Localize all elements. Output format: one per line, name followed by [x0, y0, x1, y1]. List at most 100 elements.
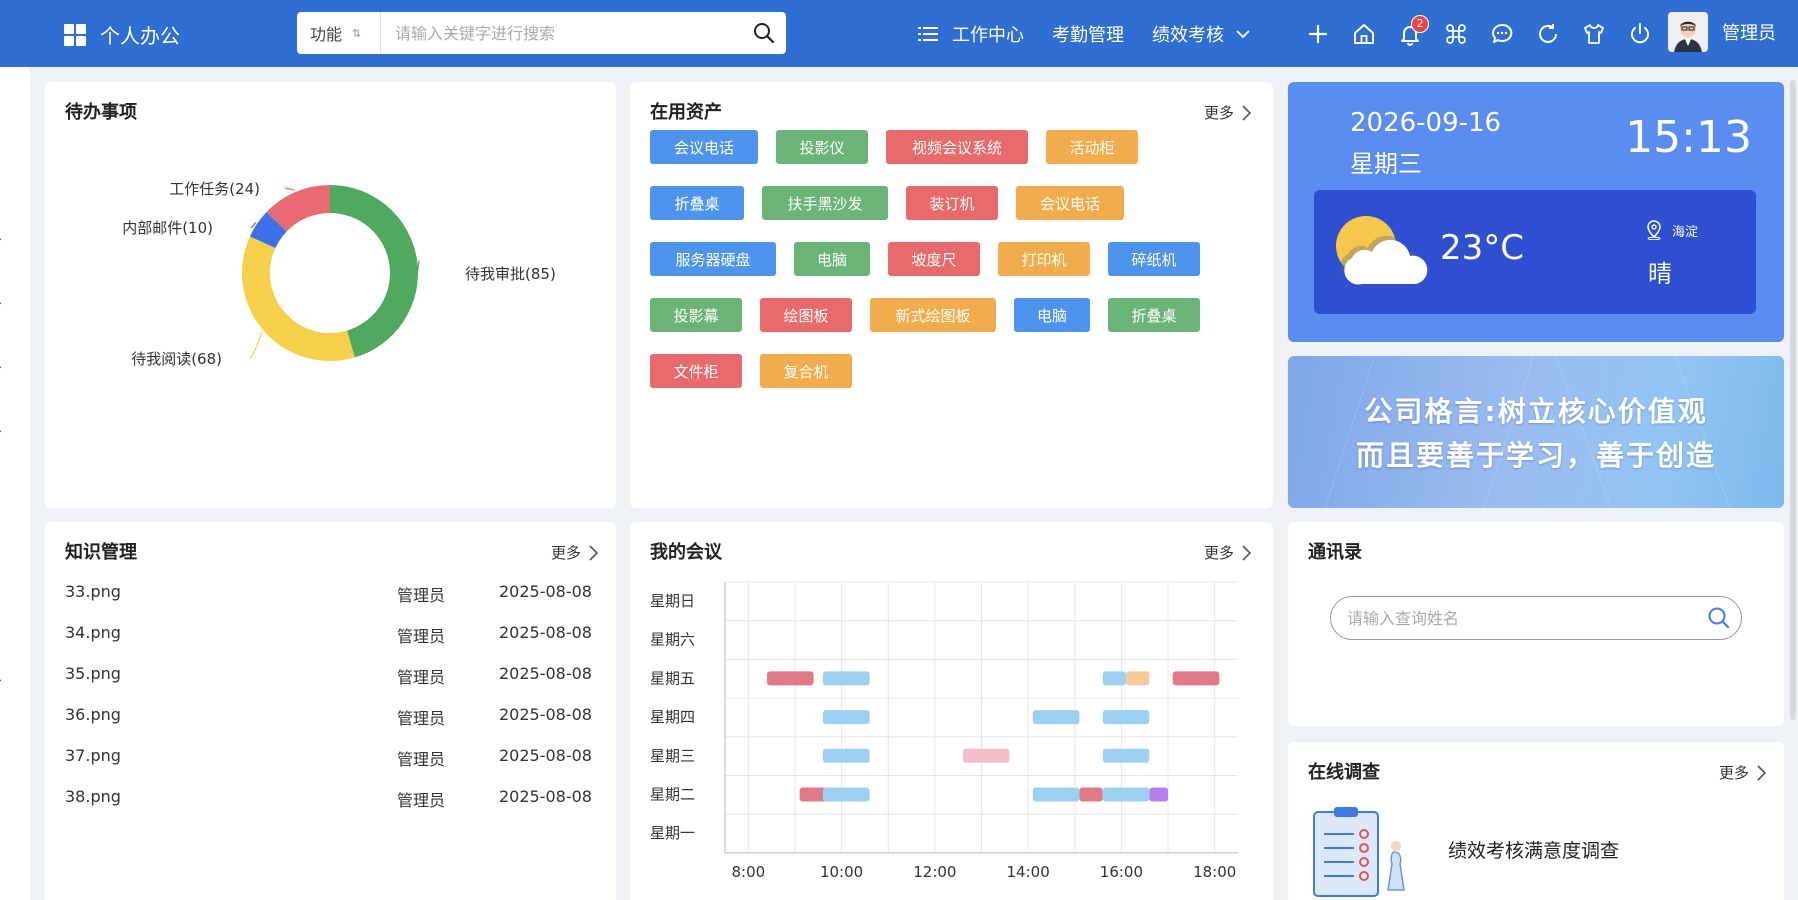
- meeting-bar[interactable]: [766, 671, 814, 686]
- asset-tag[interactable]: 投影仪: [776, 130, 868, 164]
- chevron-right-icon[interactable]: ›: [0, 232, 2, 246]
- app-title: 个人办公: [100, 24, 180, 48]
- theme-shirt-icon[interactable]: [1571, 11, 1617, 57]
- asset-tag[interactable]: 新式绘图板: [870, 298, 996, 332]
- global-search: 功能 ⇅: [297, 12, 786, 54]
- meeting-bar[interactable]: [822, 748, 870, 763]
- meeting-bar[interactable]: [1126, 671, 1150, 686]
- donut-label-leader: [250, 222, 257, 229]
- asset-tag[interactable]: 活动柜: [1046, 130, 1138, 164]
- donut-label-leader: [284, 187, 295, 191]
- meeting-bar[interactable]: [1079, 787, 1103, 802]
- meeting-bar[interactable]: [1102, 787, 1150, 802]
- todo-card: 待办事项 待我审批(85) 待我阅读(68) 内部邮件(10) 工作任务(24): [45, 82, 616, 508]
- asset-tag[interactable]: 投影幕: [650, 298, 742, 332]
- motto-line-1: 公司格言:树立核心价值观: [1364, 395, 1708, 428]
- avatar: [1668, 12, 1708, 52]
- file-owner: 管理员: [397, 709, 446, 728]
- asset-tag[interactable]: 电脑: [794, 242, 870, 276]
- chevron-right-icon[interactable]: ›: [0, 673, 2, 687]
- meeting-bar[interactable]: [1032, 787, 1080, 802]
- asset-tag[interactable]: 扶手黑沙发: [762, 186, 888, 220]
- meeting-bar[interactable]: [822, 671, 870, 686]
- weather-weekday: 星期三: [1350, 150, 1422, 178]
- chevron-right-icon[interactable]: ›: [0, 296, 2, 310]
- survey-title: 在线调查: [1308, 762, 1380, 783]
- chevron-right-icon[interactable]: ›: [0, 424, 2, 438]
- meeting-bar[interactable]: [962, 748, 1010, 763]
- meeting-bar[interactable]: [1102, 710, 1150, 725]
- knowledge-more-link[interactable]: 更多: [551, 542, 598, 563]
- asset-tag[interactable]: 会议电话: [1016, 186, 1124, 220]
- top-nav: 工作中心 考勤管理 绩效考核: [918, 0, 1270, 67]
- file-date: 2025-08-08: [499, 705, 592, 724]
- asset-tag[interactable]: 文件柜: [650, 354, 742, 388]
- assets-title: 在用资产: [650, 102, 722, 123]
- weather-panel: 23°C 海淀 晴: [1314, 190, 1756, 314]
- meeting-schedule-chart: 星期日星期六星期五星期四星期三星期二星期一 8:00 10:00 12:00 14:00…: [650, 581, 1238, 881]
- more-label: 更多: [550, 544, 581, 562]
- asset-tag[interactable]: 打印机: [998, 242, 1090, 276]
- refresh-icon[interactable]: [1525, 11, 1571, 57]
- sidebar-edge: › › › › ›: [0, 67, 30, 900]
- power-icon[interactable]: [1617, 11, 1663, 57]
- asset-tag[interactable]: 复合机: [760, 354, 852, 388]
- chevron-right-icon[interactable]: ›: [0, 360, 2, 374]
- menu-list-icon[interactable]: [918, 25, 938, 43]
- asset-tag[interactable]: 折叠桌: [1108, 298, 1200, 332]
- top-bar: 个人办公 功能 ⇅ 工作中心 考勤管理 绩效考核 2: [0, 0, 1798, 67]
- survey-more-link[interactable]: 更多: [1719, 762, 1766, 783]
- search-icon[interactable]: [1697, 606, 1741, 630]
- chat-icon[interactable]: [1479, 11, 1525, 57]
- meeting-bar[interactable]: [1172, 671, 1220, 686]
- asset-tag[interactable]: 折叠桌: [650, 186, 744, 220]
- meeting-bar[interactable]: [1102, 671, 1127, 686]
- asset-tag[interactable]: 坡度尺: [888, 242, 980, 276]
- assets-more-link[interactable]: 更多: [1204, 102, 1251, 123]
- survey-card: 在线调查 更多 绩效考核满意度调查: [1288, 742, 1784, 900]
- user-menu[interactable]: 管理员: [1668, 12, 1776, 52]
- contact-search-input[interactable]: [1331, 598, 1697, 638]
- file-name: 33.png: [65, 582, 121, 601]
- search-input[interactable]: [381, 13, 742, 53]
- asset-tag[interactable]: 会议电话: [650, 130, 758, 164]
- bell-icon[interactable]: 2: [1387, 11, 1433, 57]
- nav-work-center[interactable]: 工作中心: [952, 21, 1024, 47]
- meeting-bar[interactable]: [1102, 748, 1150, 763]
- nav-performance-label: 绩效考核: [1152, 24, 1224, 46]
- meeting-bar[interactable]: [1032, 710, 1080, 725]
- command-icon[interactable]: [1433, 11, 1479, 57]
- file-name: 35.png: [65, 664, 121, 683]
- weather-location: 海淀: [1646, 220, 1698, 240]
- survey-item-link[interactable]: 绩效考核满意度调查: [1448, 836, 1619, 863]
- asset-tag[interactable]: 绘图板: [760, 298, 852, 332]
- page-scrollbar[interactable]: [1790, 80, 1796, 720]
- company-motto-banner: 公司格言:树立核心价值观 而且要善于学习，善于创造: [1288, 356, 1784, 508]
- sun-cloud-icon: [1336, 216, 1428, 285]
- add-icon[interactable]: [1295, 11, 1341, 57]
- more-label: 更多: [1203, 104, 1234, 122]
- search-icon[interactable]: [742, 22, 786, 44]
- sort-icon: ⇅: [352, 26, 362, 40]
- x-tick-label: 18:00: [1193, 863, 1236, 881]
- asset-tag[interactable]: 电脑: [1014, 298, 1090, 332]
- meeting-bar[interactable]: [1149, 787, 1169, 802]
- file-owner: 管理员: [397, 627, 446, 646]
- app-logo[interactable]: 个人办公: [64, 20, 180, 49]
- asset-tag[interactable]: 服务器硬盘: [650, 242, 776, 276]
- meeting-bar[interactable]: [822, 710, 870, 725]
- donut-segment[interactable]: [241, 236, 355, 362]
- asset-tag[interactable]: 视频会议系统: [886, 130, 1028, 164]
- nav-performance[interactable]: 绩效考核: [1152, 21, 1250, 47]
- chevron-right-icon: [1757, 764, 1766, 781]
- asset-tag[interactable]: 装订机: [906, 186, 998, 220]
- nav-attendance[interactable]: 考勤管理: [1052, 21, 1124, 47]
- meeting-bar[interactable]: [822, 787, 870, 802]
- notification-badge: 2: [1411, 14, 1429, 33]
- asset-tag[interactable]: 碎纸机: [1108, 242, 1200, 276]
- home-icon[interactable]: [1341, 11, 1387, 57]
- contact-search: [1330, 596, 1742, 640]
- y-tick-label: 星期三: [650, 747, 695, 765]
- y-tick-label: 星期四: [650, 708, 695, 726]
- search-type-select[interactable]: 功能 ⇅: [297, 12, 381, 54]
